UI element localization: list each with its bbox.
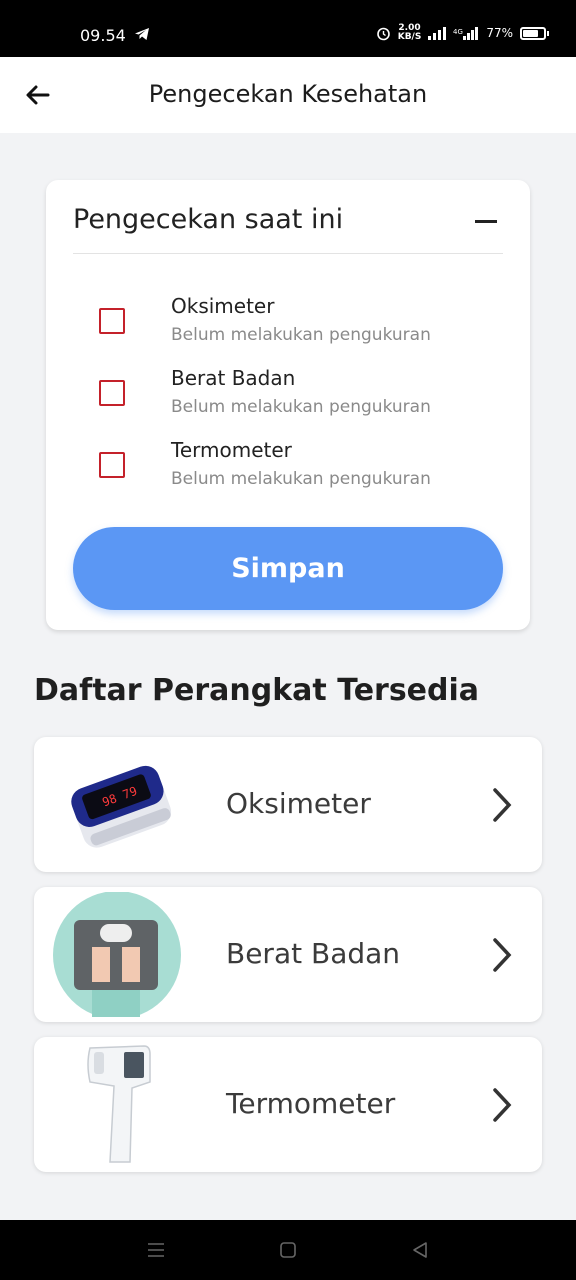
device-item-termometer[interactable]: Termometer (34, 1037, 542, 1172)
chevron-right-icon (493, 938, 512, 972)
signal-4g-icon: 4G (453, 26, 479, 40)
svg-text:4G: 4G (453, 28, 463, 36)
home-icon[interactable] (278, 1240, 298, 1260)
status-time: 09.54 (80, 26, 126, 45)
telegram-icon (135, 28, 149, 40)
device-item-berat-badan[interactable]: Berat Badan (34, 887, 542, 1022)
check-item-name: Berat Badan (171, 366, 296, 390)
check-item-status: Belum melakukan pengukuran (171, 325, 431, 345)
device-name: Berat Badan (226, 937, 401, 970)
status-bar: 09.54 2.00 KB/S 4G 77% (0, 0, 576, 57)
page-title: Pengecekan Kesehatan (148, 80, 428, 108)
app-bar: Pengecekan Kesehatan (0, 57, 576, 133)
thermometer-gun-image (87, 1045, 151, 1163)
checkbox[interactable] (99, 308, 125, 334)
check-item-name: Oksimeter (171, 294, 275, 318)
pulse-oximeter-image: 98 79 (71, 765, 172, 848)
alarm-icon (376, 27, 390, 40)
signal-icon (428, 26, 447, 40)
device-name: Oksimeter (226, 787, 371, 820)
back-nav-icon[interactable] (410, 1240, 430, 1260)
weight-scale-image (53, 892, 181, 1017)
battery-icon (520, 26, 549, 40)
check-item-termometer: Termometer Belum melakukan pengukuran (46, 434, 530, 494)
system-nav-bar (0, 1220, 576, 1280)
checkbox[interactable] (99, 380, 125, 406)
current-check-title: Pengecekan saat ini (73, 204, 344, 235)
check-item-name: Termometer (171, 438, 292, 462)
chevron-right-icon (493, 788, 512, 822)
current-check-header[interactable]: Pengecekan saat ini (73, 204, 503, 254)
devices-section-title: Daftar Perangkat Tersedia (34, 673, 480, 708)
checkbox[interactable] (99, 452, 125, 478)
check-item-status: Belum melakukan pengukuran (171, 469, 431, 489)
current-check-card: Pengecekan saat ini Oksimeter Belum mela… (46, 180, 530, 630)
save-button[interactable]: Simpan (73, 527, 503, 610)
device-item-oksimeter[interactable]: 98 79 Oksimeter (34, 737, 542, 872)
device-name: Termometer (226, 1087, 396, 1120)
check-item-oksimeter: Oksimeter Belum melakukan pengukuran (46, 290, 530, 350)
battery-percent: 77% (486, 26, 513, 40)
menu-icon[interactable] (146, 1240, 166, 1260)
collapse-icon[interactable] (475, 220, 497, 223)
check-item-berat-badan: Berat Badan Belum melakukan pengukuran (46, 362, 530, 422)
chevron-right-icon (493, 1088, 512, 1122)
network-speed: 2.00 KB/S (397, 23, 422, 42)
check-item-status: Belum melakukan pengukuran (171, 397, 431, 417)
